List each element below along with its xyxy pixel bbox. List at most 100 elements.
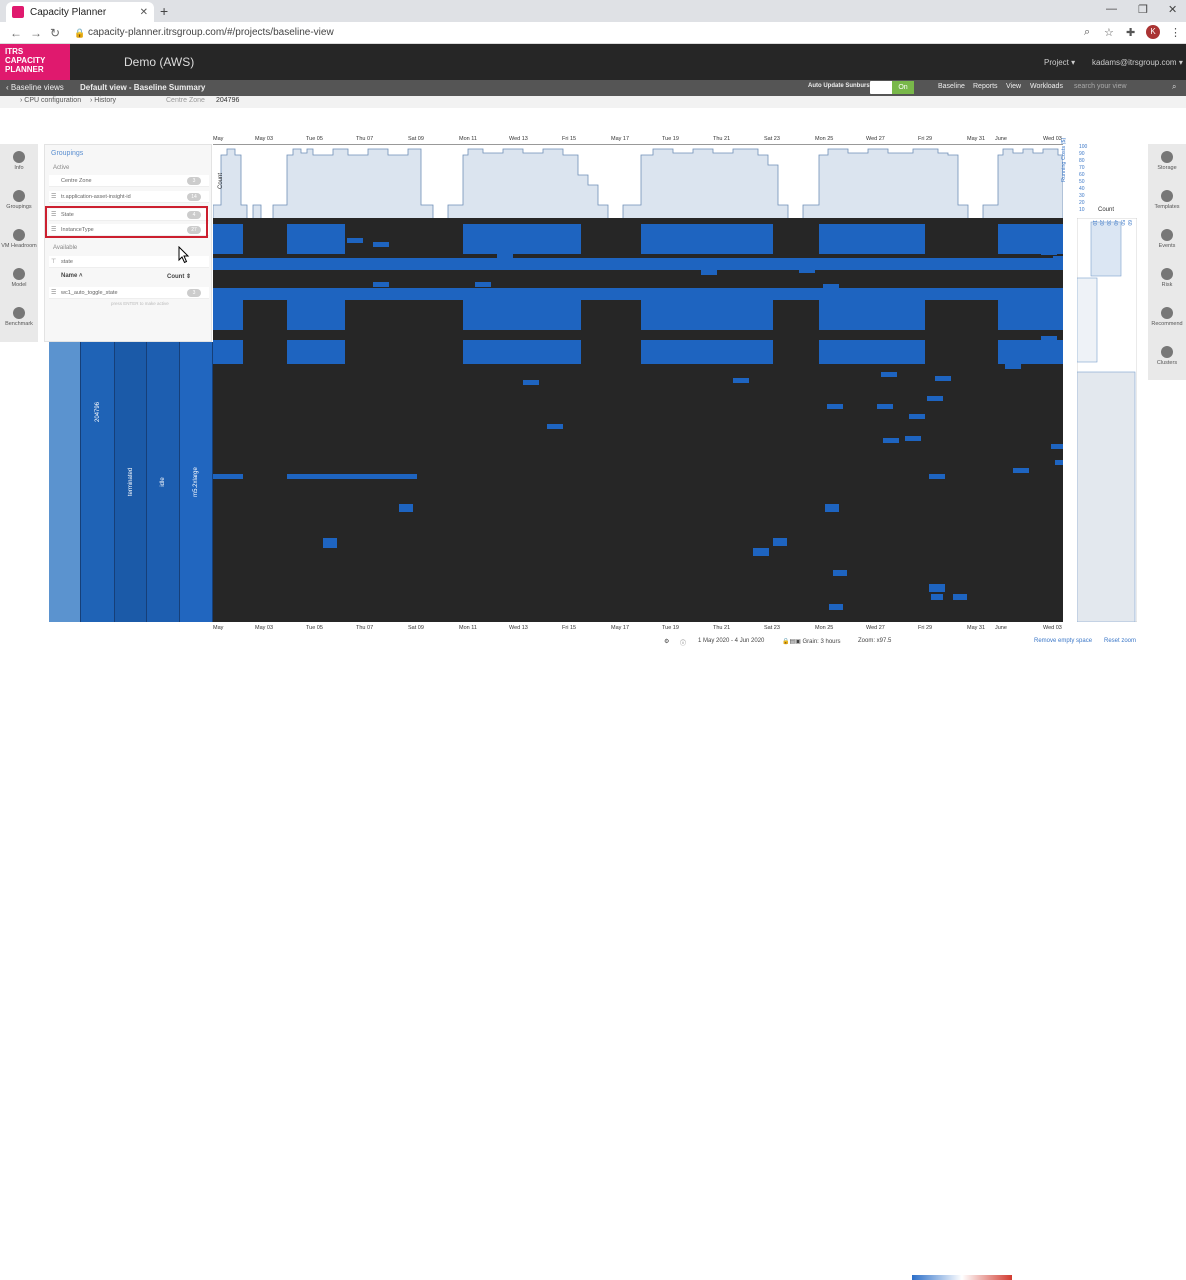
grouping-band[interactable]: idle: [147, 342, 180, 622]
heatmap-cell: [753, 548, 769, 556]
grouping-band[interactable]: [49, 342, 81, 622]
minimize-button[interactable]: —: [1106, 3, 1117, 15]
back-arrow-icon[interactable]: ←: [10, 26, 22, 40]
heatmap-cell: [883, 438, 899, 443]
groupings-panel: Groupings Active Centre Zone 3 ☰ tr.appl…: [44, 144, 212, 342]
history-link[interactable]: › History: [90, 97, 116, 104]
search-icon[interactable]: ⌕: [1172, 82, 1176, 92]
heatmap-cell: [881, 372, 897, 377]
heatmap-gap: [492, 218, 500, 224]
cost-tick-label: 70: [1079, 165, 1085, 171]
grouping-band-label: 204796: [94, 401, 101, 423]
baseline-link[interactable]: Baseline: [938, 83, 965, 90]
heatmap-cell: [1045, 310, 1061, 315]
heatmap-cell: [773, 288, 819, 300]
cost-tick-label: 90: [1079, 151, 1085, 157]
baseline-heatmap[interactable]: [213, 218, 1063, 622]
sidebar-item-info[interactable]: Info: [0, 144, 38, 182]
sidebar-item-templates[interactable]: Templates: [1148, 183, 1186, 221]
sidebar-item-groupings[interactable]: Groupings: [0, 183, 38, 221]
sidebar-item-model[interactable]: Model: [0, 261, 38, 299]
reports-link[interactable]: Reports: [973, 83, 998, 90]
heatmap-cell: [651, 306, 667, 311]
itrs-logo[interactable]: ITRS CAPACITY PLANNER: [0, 44, 70, 80]
grouping-band[interactable]: terminated: [115, 342, 147, 622]
sidebar-item-events[interactable]: Events: [1148, 222, 1186, 260]
sidebar-item-storage[interactable]: Storage: [1148, 144, 1186, 182]
settings-gear-icon[interactable]: ⚙: [664, 638, 669, 645]
drag-handle-icon[interactable]: ☰: [51, 193, 56, 200]
browser-menu-icon[interactable]: ⋮: [1170, 26, 1181, 39]
auto-update-toggle[interactable]: On: [870, 81, 914, 94]
view-toolbar: ‹ Baseline views Default view - Baseline…: [0, 80, 1186, 96]
url-field[interactable]: capacity-planner.itrsgroup.com/#/project…: [88, 27, 334, 38]
grouping-count-badge: 3: [187, 289, 201, 297]
extensions-puzzle-icon[interactable]: ✚: [1126, 26, 1135, 39]
browser-tab[interactable]: Capacity Planner ✕: [6, 2, 154, 22]
baseline-views-back-link[interactable]: ‹ Baseline views: [6, 83, 64, 92]
timeline-label: June: [995, 136, 1007, 142]
heatmap-cell: [931, 594, 943, 600]
sidebar-item-label: Model: [11, 282, 27, 288]
info-circle-icon[interactable]: ⓘ: [680, 638, 686, 647]
grouping-label: wc1_auto_toggle_state: [61, 290, 118, 296]
maximize-button[interactable]: ❐: [1138, 3, 1148, 16]
cost-tick-label: 50: [1079, 179, 1085, 185]
available-grouping-row[interactable]: ☰ wc1_auto_toggle_state 3: [49, 287, 209, 299]
vm-headroom-icon: [13, 229, 25, 241]
heatmap-cell: [829, 604, 843, 610]
sidebar-item-benchmark[interactable]: Benchmark: [0, 300, 38, 338]
heatmap-gap: [392, 218, 400, 224]
heatmap-cell: [953, 594, 967, 600]
project-menu[interactable]: Project ▾: [1044, 58, 1075, 67]
sidebar-item-risk[interactable]: Risk: [1148, 261, 1186, 299]
forward-arrow-icon[interactable]: →: [30, 26, 42, 40]
count-tick-label: 30: [1105, 220, 1111, 226]
tab-close-icon[interactable]: ✕: [140, 7, 148, 18]
heatmap-cell: [819, 300, 925, 330]
reload-icon[interactable]: ↻: [50, 26, 60, 40]
grouping-row[interactable]: Centre Zone 3: [49, 175, 209, 187]
column-count-header[interactable]: Count ⇕: [167, 273, 191, 280]
timeline-label: Wed 13: [509, 625, 528, 631]
new-tab-button[interactable]: +: [160, 3, 168, 19]
breadcrumb-centre-zone[interactable]: Centre Zone: [166, 97, 205, 104]
grouping-row[interactable]: ☰ tr.application-asset-insight-id 14: [49, 191, 209, 203]
profile-avatar[interactable]: K: [1146, 25, 1160, 39]
grouping-label: Centre Zone: [61, 178, 92, 184]
sidebar-item-vm-headroom[interactable]: VM Headroom: [0, 222, 38, 260]
heatmap-cell: [927, 396, 943, 401]
sidebar-item-clusters[interactable]: Clusters: [1148, 339, 1186, 377]
close-window-button[interactable]: ✕: [1168, 3, 1177, 16]
column-name-header[interactable]: Name ˄: [61, 273, 83, 279]
timeline-label: Thu 07: [356, 136, 374, 142]
sidebar-item-recommend[interactable]: Recommend: [1148, 300, 1186, 338]
logo-line: PLANNER: [5, 65, 44, 74]
timeline-label: May 03: [255, 136, 274, 142]
heatmap-cell: [1041, 264, 1057, 269]
grouping-band[interactable]: m5.2xlarge: [180, 342, 213, 622]
model-icon: [13, 268, 25, 280]
heatmap-cell: [463, 340, 581, 364]
user-menu[interactable]: kadams@itrsgroup.com ▾: [1092, 58, 1183, 67]
breadcrumb-id: 204796: [216, 97, 240, 104]
remove-empty-space-link[interactable]: Remove empty space: [1034, 638, 1092, 644]
cost-tick-label: 20: [1079, 200, 1085, 206]
heatmap-cell: [641, 300, 773, 330]
grouping-band[interactable]: 204796: [81, 342, 115, 622]
drag-handle-icon[interactable]: ☰: [51, 289, 56, 296]
heatmap-cell: [819, 258, 925, 270]
view-search-input[interactable]: search your view: [1074, 83, 1127, 90]
grain-setting[interactable]: 🔒▤▣ Grain: 3 hours: [782, 638, 841, 645]
cpu-configuration-link[interactable]: › CPU configuration: [20, 97, 81, 104]
heatmap-gap: [992, 218, 1000, 224]
heatmap-gap: [517, 218, 525, 224]
zoom-search-icon[interactable]: ⌕: [1084, 26, 1090, 39]
reset-zoom-link[interactable]: Reset zoom: [1104, 638, 1136, 644]
view-link[interactable]: View: [1006, 83, 1021, 90]
workloads-link[interactable]: Workloads: [1030, 83, 1063, 90]
groupings-title: Groupings: [51, 150, 84, 157]
heatmap-gap: [717, 218, 725, 224]
bookmark-star-icon[interactable]: ☆: [1104, 26, 1114, 39]
grouping-band-label: m5.2xlarge: [193, 467, 199, 497]
